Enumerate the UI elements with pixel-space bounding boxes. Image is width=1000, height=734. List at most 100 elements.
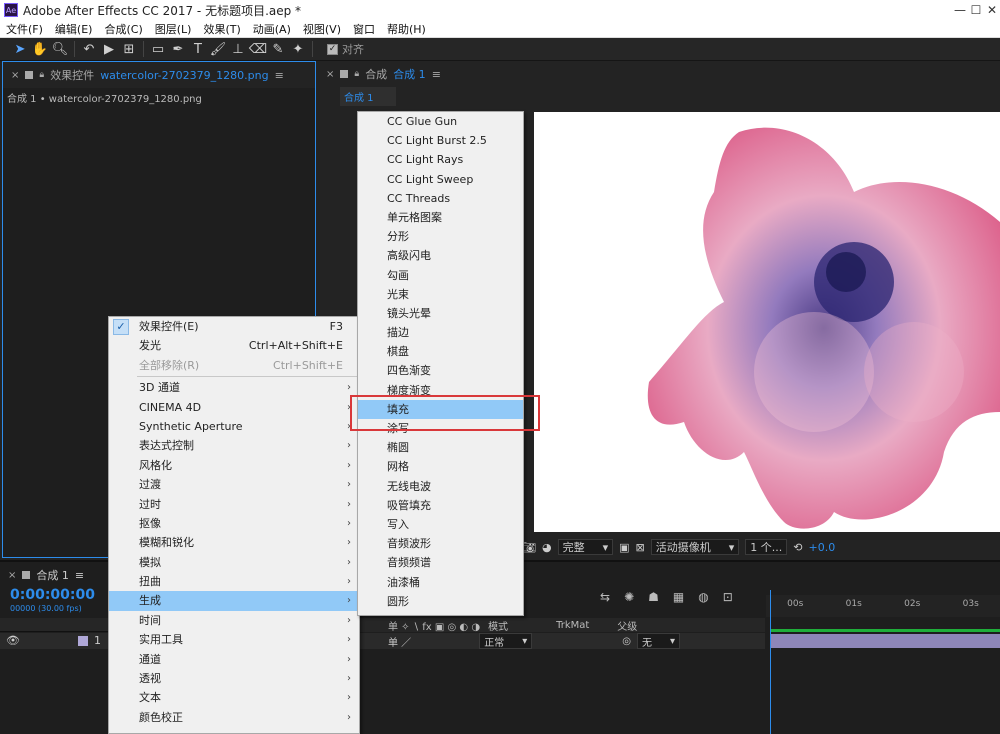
shy-layers-icon[interactable]: ☗ <box>648 590 659 604</box>
submenu-item[interactable]: 高级闪电 <box>358 246 523 265</box>
close-icon[interactable]: × <box>326 69 334 80</box>
current-time-indicator[interactable] <box>770 590 771 734</box>
context-menu-item[interactable]: 表达式控制 › <box>109 436 359 455</box>
rectangle-tool-icon[interactable]: ▭ <box>148 39 168 59</box>
submenu-item[interactable]: 油漆桶 <box>358 573 523 592</box>
reset-exposure-icon[interactable]: ⟲ <box>793 541 802 554</box>
submenu-item[interactable]: 无线电波 <box>358 477 523 496</box>
current-time-display[interactable]: 0:00:00:00 <box>10 587 95 603</box>
puppet-pin-tool-icon[interactable]: ✦ <box>288 39 308 59</box>
region-of-interest-icon[interactable]: ▣ <box>619 541 629 554</box>
context-menu-item[interactable]: 实用工具 › <box>109 630 359 649</box>
submenu-item[interactable]: 音频频谱 <box>358 553 523 572</box>
views-dropdown[interactable]: 1 个... <box>745 539 788 555</box>
comp-mini-flowchart-icon[interactable]: ⇆ <box>600 590 610 604</box>
layer-color-label[interactable] <box>78 636 88 646</box>
submenu-item[interactable]: CC Light Rays <box>358 150 523 169</box>
context-menu-item[interactable]: 颜色校正 › <box>109 708 359 727</box>
frame-blending-icon[interactable]: ▦ <box>673 590 684 604</box>
hamburger-icon[interactable]: ≡ <box>275 69 284 82</box>
exposure-value[interactable]: +0.0 <box>808 541 835 554</box>
submenu-item[interactable]: 描边 <box>358 323 523 342</box>
resolution-dropdown[interactable]: 完整 ▾ <box>557 539 614 555</box>
context-menu-item[interactable]: 通道 › <box>109 650 359 669</box>
switch-icon[interactable]: 单 ／ <box>388 634 411 649</box>
context-menu-item[interactable]: 风格化 › <box>109 456 359 475</box>
submenu-item[interactable]: CC Light Burst 2.5 <box>358 131 523 150</box>
submenu-item[interactable]: 写入 <box>358 515 523 534</box>
composition-tab[interactable]: × 🔒︎ 合成 合成 1 ≡ <box>318 61 1000 87</box>
submenu-item[interactable]: CC Light Sweep <box>358 170 523 189</box>
submenu-item[interactable]: 音频波形 <box>358 534 523 553</box>
clone-stamp-tool-icon[interactable]: ⊥ <box>228 39 248 59</box>
submenu-item[interactable]: CC Glue Gun <box>358 112 523 131</box>
time-ruler[interactable]: 00s 01s 02s 03s <box>766 595 1000 617</box>
menu-animation[interactable]: 动画(A) <box>247 21 297 37</box>
pan-behind-tool-icon[interactable]: ⊞ <box>119 39 139 59</box>
hamburger-icon[interactable]: ≡ <box>432 68 441 81</box>
hand-tool-icon[interactable]: ✋ <box>30 39 50 59</box>
context-menu-item[interactable]: Synthetic Aperture › <box>109 417 359 436</box>
submenu-item[interactable]: 四色渐变 <box>358 361 523 380</box>
layer-row[interactable]: 👁︎ 1 <box>0 633 110 649</box>
minimize-icon[interactable]: — <box>952 3 968 17</box>
selection-tool-icon[interactable]: ➤ <box>10 39 30 59</box>
draft-3d-icon[interactable]: ✺ <box>624 590 634 604</box>
submenu-item[interactable]: 单元格图案 <box>358 208 523 227</box>
submenu-item[interactable]: 吸管填充 <box>358 496 523 515</box>
graph-editor-icon[interactable]: ⊡ <box>723 590 733 604</box>
camera-dropdown[interactable]: 活动摄像机 ▾ <box>650 539 740 555</box>
pen-tool-icon[interactable]: ✒ <box>168 39 188 59</box>
parent-dropdown[interactable]: 无 ▾ <box>636 633 680 649</box>
submenu-item[interactable]: 椭圆 <box>358 438 523 457</box>
lock-icon[interactable]: 🔒︎ <box>39 70 44 80</box>
eraser-tool-icon[interactable]: ⌫ <box>248 39 268 59</box>
work-area-bar[interactable] <box>770 629 1000 632</box>
context-menu-item[interactable]: ✓ 效果控件(E) F3 <box>109 317 359 336</box>
pick-whip-icon[interactable]: ◎ <box>622 636 631 647</box>
camera-tool-icon[interactable]: ▶ <box>99 39 119 59</box>
context-menu-item[interactable]: 过渡 › <box>109 475 359 494</box>
context-menu-item[interactable]: 模拟 › <box>109 553 359 572</box>
menu-view[interactable]: 视图(V) <box>297 21 347 37</box>
lock-icon[interactable]: 🔒︎ <box>354 69 359 79</box>
context-menu-item[interactable]: CINEMA 4D › <box>109 398 359 417</box>
menu-composition[interactable]: 合成(C) <box>98 21 148 37</box>
snap-checkbox[interactable]: ✓ <box>327 43 338 55</box>
submenu-item[interactable]: 圆形 <box>358 592 523 611</box>
roto-brush-tool-icon[interactable]: ✎ <box>268 39 288 59</box>
snap-toggle[interactable]: ✓ 对齐 <box>327 41 364 57</box>
blend-mode-dropdown[interactable]: 正常 ▾ <box>479 633 533 649</box>
effect-controls-tab[interactable]: × 🔒︎ 效果控件 watercolor-2702379_1280.png ≡ <box>3 62 315 88</box>
menu-edit[interactable]: 编辑(E) <box>49 21 99 37</box>
menu-window[interactable]: 窗口 <box>347 21 381 37</box>
submenu-item[interactable]: 勾画 <box>358 266 523 285</box>
hamburger-icon[interactable]: ≡ <box>75 569 84 582</box>
color-channel-icon[interactable]: ◕ <box>542 541 552 554</box>
submenu-item[interactable]: 棋盘 <box>358 342 523 361</box>
composition-subtab[interactable]: 合成 1 <box>340 87 396 106</box>
context-menu-item[interactable]: 3D 通道 › <box>109 378 359 397</box>
menu-effect[interactable]: 效果(T) <box>197 21 246 37</box>
context-menu-item[interactable]: 发光 Ctrl+Alt+Shift+E <box>109 336 359 355</box>
context-menu-item[interactable]: 过时 › <box>109 495 359 514</box>
layer-duration-bar[interactable] <box>770 634 1000 648</box>
visibility-eye-icon[interactable]: 👁︎ <box>6 634 20 647</box>
submenu-item[interactable]: 网格 <box>358 457 523 476</box>
close-icon[interactable]: × <box>11 70 19 81</box>
zoom-tool-icon[interactable]: 🔍︎ <box>50 39 70 59</box>
submenu-item[interactable]: CC Threads <box>358 189 523 208</box>
menu-file[interactable]: 文件(F) <box>0 21 49 37</box>
menu-help[interactable]: 帮助(H) <box>381 21 432 37</box>
context-menu-item[interactable]: 生成 › <box>109 591 359 611</box>
close-icon[interactable]: × <box>8 570 16 581</box>
submenu-item[interactable]: 光束 <box>358 285 523 304</box>
menu-layer[interactable]: 图层(L) <box>149 21 198 37</box>
transparency-grid-icon[interactable]: ⊠ <box>636 541 645 554</box>
context-menu-item[interactable]: 时间 › <box>109 611 359 630</box>
submenu-item[interactable]: 分形 <box>358 227 523 246</box>
close-icon[interactable]: ✕ <box>984 3 1000 17</box>
motion-blur-icon[interactable]: ◍ <box>698 590 708 604</box>
composition-viewer[interactable] <box>534 112 1000 532</box>
submenu-item[interactable]: 镜头光晕 <box>358 304 523 323</box>
